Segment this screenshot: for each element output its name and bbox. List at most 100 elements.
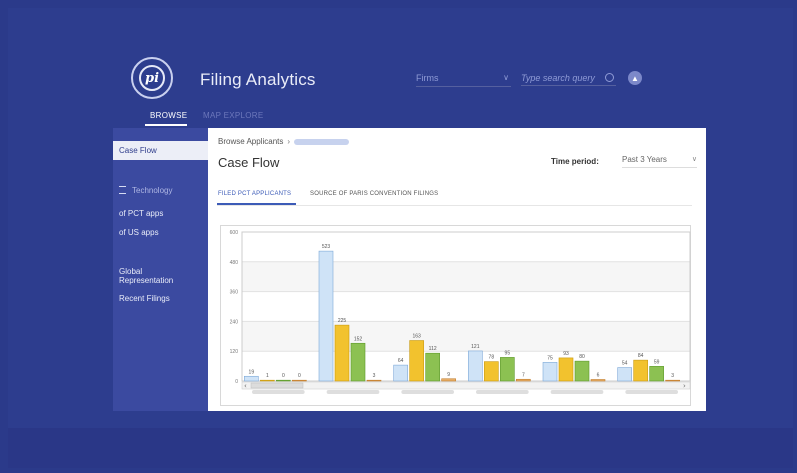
sidebar-item-case-flow[interactable]: Case Flow <box>113 141 208 160</box>
scroll-left-icon[interactable]: ‹ <box>244 382 247 390</box>
firms-select[interactable]: Firms ∨ <box>416 73 511 87</box>
chart-bar[interactable] <box>425 352 440 382</box>
time-period-select[interactable]: Past 3 Years ∨ <box>622 155 697 168</box>
chart-data-label: 59 <box>654 359 660 365</box>
chart-data-label: 3 <box>671 373 674 379</box>
search-icon[interactable] <box>605 73 614 82</box>
chart-bar[interactable] <box>244 375 259 382</box>
chart-bar[interactable] <box>292 379 307 382</box>
chart-data-label: 0 <box>298 373 301 379</box>
list-icon <box>119 185 126 194</box>
chart-bar[interactable] <box>516 378 531 382</box>
chart-bar[interactable] <box>409 340 424 382</box>
chart-y-tick-label: 360 <box>230 290 239 296</box>
chart-data-label: 64 <box>398 358 404 364</box>
chart-bar[interactable] <box>649 366 664 382</box>
chart-data-label: 19 <box>249 369 255 375</box>
chart-data-label: 80 <box>579 354 585 360</box>
logo-mark: pi <box>139 65 165 91</box>
chart-bar[interactable] <box>633 359 648 382</box>
chart-bar[interactable] <box>393 364 408 382</box>
breadcrumb-link[interactable]: Browse Applicants <box>218 137 283 146</box>
chevron-down-icon: ∨ <box>691 156 697 163</box>
tab-browse[interactable]: BROWSE <box>150 111 187 120</box>
chevron-down-icon: ∨ <box>503 73 509 82</box>
sidebar-item-representation[interactable]: Representation <box>119 276 173 285</box>
chart-data-label: 121 <box>471 344 480 350</box>
chart-y-tick-label: 600 <box>230 230 239 236</box>
chart-data-label: 152 <box>354 336 363 342</box>
chart-data-label: 112 <box>429 346 437 352</box>
chart-svg: 0 120 240 360 480 600 19 1 0 0 523 225 152 3 64 163 112 9… <box>220 225 691 406</box>
time-period-label: Time period: <box>551 157 599 166</box>
footer-band <box>8 428 793 468</box>
sidebar-item-us-apps[interactable]: of US apps <box>119 228 159 237</box>
chart-data-label: 75 <box>547 355 553 361</box>
chart-scrollbar-track[interactable] <box>241 381 691 390</box>
breadcrumb-separator: › <box>287 137 291 146</box>
chart-bar[interactable] <box>334 324 350 382</box>
chart-bar[interactable] <box>500 357 515 382</box>
chart-bar[interactable] <box>366 379 382 382</box>
chart-y-tick-label: 120 <box>230 349 239 355</box>
time-period-value: Past 3 Years <box>622 155 667 164</box>
user-avatar[interactable]: ▲ <box>628 71 642 85</box>
chart-grid-band <box>242 321 690 352</box>
app-logo[interactable]: pi <box>131 57 173 99</box>
chart-data-label: 84 <box>638 353 644 359</box>
tab-filed-pct-applicants[interactable]: FILED PCT APPLICANTS <box>218 191 291 197</box>
chart-data-label: 3 <box>373 373 376 379</box>
sidebar-item-recent-filings[interactable]: Recent Filings <box>119 294 170 303</box>
chart-y-tick-label: 240 <box>230 319 239 325</box>
chart-data-label: 78 <box>489 355 495 361</box>
sidebar-item-pct-apps[interactable]: of PCT apps <box>119 209 163 218</box>
chart-bar[interactable] <box>542 362 558 382</box>
firms-select-label: Firms <box>416 73 439 83</box>
chart-y-tick-label: 480 <box>230 260 239 266</box>
chart-bar[interactable] <box>665 379 680 382</box>
breadcrumb-current-redacted <box>294 138 350 145</box>
chart-data-label: 54 <box>622 361 628 367</box>
chart-y-tick-label: 0 <box>235 379 238 385</box>
chart-category-label-redacted <box>476 390 529 394</box>
search-input[interactable] <box>521 71 616 86</box>
chart-data-label: 6 <box>597 373 600 379</box>
breadcrumb: Browse Applicants › <box>218 137 350 146</box>
chart-data-label: 225 <box>338 318 347 324</box>
case-flow-chart: 0 120 240 360 480 600 19 1 0 0 523 225 152 3 64 163 112 9… <box>220 225 691 406</box>
chart-bar[interactable] <box>260 379 275 382</box>
chart-scrollbar-thumb[interactable] <box>250 382 304 389</box>
chart-data-label: 95 <box>505 350 511 356</box>
chart-bar[interactable] <box>468 350 483 382</box>
tabs-divider <box>217 205 692 206</box>
sidebar-item-global[interactable]: Global <box>119 267 142 276</box>
chart-data-label: 0 <box>282 373 285 379</box>
chart-bar[interactable] <box>590 379 606 382</box>
tab-map-explore[interactable]: MAP EXPLORE <box>203 111 264 120</box>
chart-bar[interactable] <box>276 379 291 382</box>
chart-data-label: 163 <box>412 334 421 340</box>
chart-bar[interactable] <box>350 342 366 382</box>
sidebar: Case Flow Technology of PCT apps of US a… <box>113 128 208 411</box>
chart-bar[interactable] <box>318 250 334 382</box>
chart-data-label: 523 <box>322 244 331 250</box>
chart-bar[interactable] <box>558 357 574 382</box>
chart-data-label: 9 <box>447 372 450 378</box>
chart-category-label-redacted <box>625 390 678 394</box>
page-title: Case Flow <box>218 155 280 170</box>
chart-bar[interactable] <box>617 367 632 382</box>
tab-paris-convention-filings[interactable]: SOURCE OF PARIS CONVENTION FILINGS <box>310 191 438 197</box>
chart-data-label: 7 <box>522 372 525 378</box>
sidebar-item-technology[interactable]: Technology <box>119 185 173 195</box>
chart-grid-band <box>242 261 690 292</box>
chart-bar[interactable] <box>484 361 499 382</box>
scroll-right-icon[interactable]: › <box>683 382 686 390</box>
chart-category-label-redacted <box>252 390 305 394</box>
chart-bar[interactable] <box>574 360 590 382</box>
chart-bar[interactable] <box>441 378 456 382</box>
chart-category-label-redacted <box>401 390 454 394</box>
sidebar-item-label: Technology <box>132 186 173 195</box>
tab-browse-indicator <box>145 124 187 126</box>
chart-data-label: 93 <box>563 351 569 357</box>
app-title: Filing Analytics <box>200 70 316 89</box>
